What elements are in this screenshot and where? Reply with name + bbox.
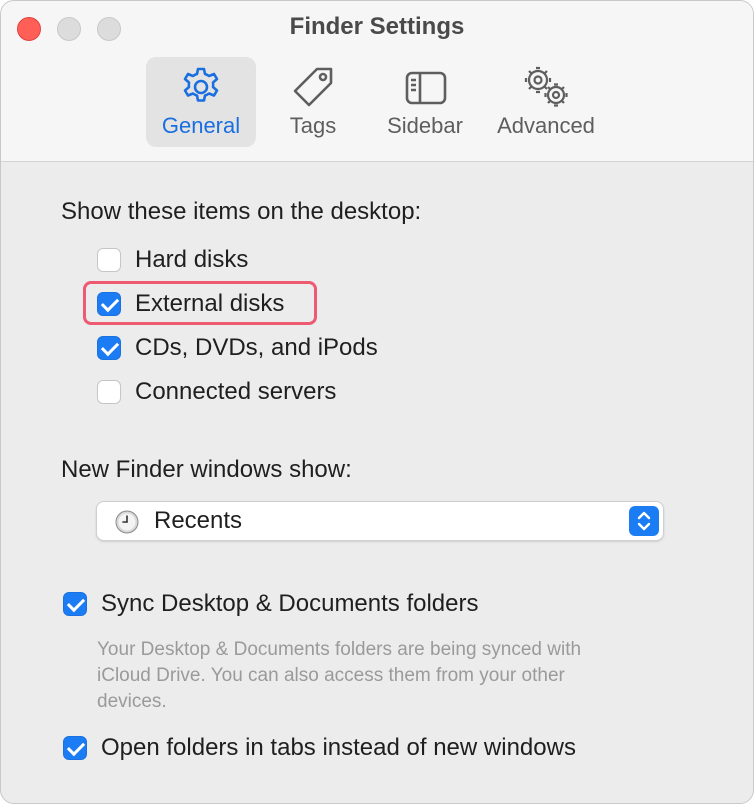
hard-disks-checkbox[interactable] [97,248,121,272]
tab-general-label: General [161,113,241,138]
checkbox-row-hard-disks[interactable]: Hard disks [97,245,248,275]
chevron-up-down-icon [637,511,651,531]
hard-disks-label: Hard disks [135,246,249,273]
finder-settings-window: Finder Settings General Tags Sidebar Adv… [0,0,754,804]
gears-icon [524,66,568,107]
checkbox-row-open-tabs[interactable]: Open folders in tabs instead of new wind… [63,733,576,763]
connected-servers-checkbox[interactable] [97,380,121,404]
window-title: Finder Settings [289,13,465,40]
sidebar-icon [405,71,447,105]
cds-dvds-ipods-label: CDs, DVDs, and iPods [135,334,378,361]
new-windows-value: Recents [154,507,243,534]
cds-dvds-ipods-checkbox[interactable] [97,336,121,360]
desktop-items-heading: Show these items on the desktop: [61,198,422,225]
tag-icon [293,67,333,107]
tab-tags-label: Tags [289,113,337,138]
popup-stepper[interactable] [629,506,659,536]
tab-tags[interactable]: Tags [263,57,363,147]
tab-advanced[interactable]: Advanced [487,57,605,147]
checkbox-row-sync[interactable]: Sync Desktop & Documents folders [63,589,479,619]
open-tabs-checkbox[interactable] [63,736,87,760]
highlight-box [83,281,317,325]
new-windows-heading: New Finder windows show: [61,456,352,483]
checkbox-row-connected-servers[interactable]: Connected servers [97,377,336,407]
sync-description: Your Desktop & Documents folders are bei… [97,639,582,712]
sync-label: Sync Desktop & Documents folders [101,590,479,617]
connected-servers-label: Connected servers [135,378,337,405]
clock-icon [115,510,139,534]
sync-checkbox[interactable] [63,592,87,616]
new-windows-popup[interactable]: Recents [96,501,664,541]
tab-sidebar[interactable]: Sidebar [375,57,475,147]
open-tabs-label: Open folders in tabs instead of new wind… [101,734,576,761]
tab-general[interactable]: General [146,57,256,147]
toolbar: Finder Settings General Tags Sidebar Adv… [1,1,753,162]
checkbox-row-cds-dvds-ipods[interactable]: CDs, DVDs, and iPods [97,333,378,363]
tab-advanced-label: Advanced [497,113,595,138]
tab-sidebar-label: Sidebar [387,113,463,138]
gear-icon [183,67,219,102]
